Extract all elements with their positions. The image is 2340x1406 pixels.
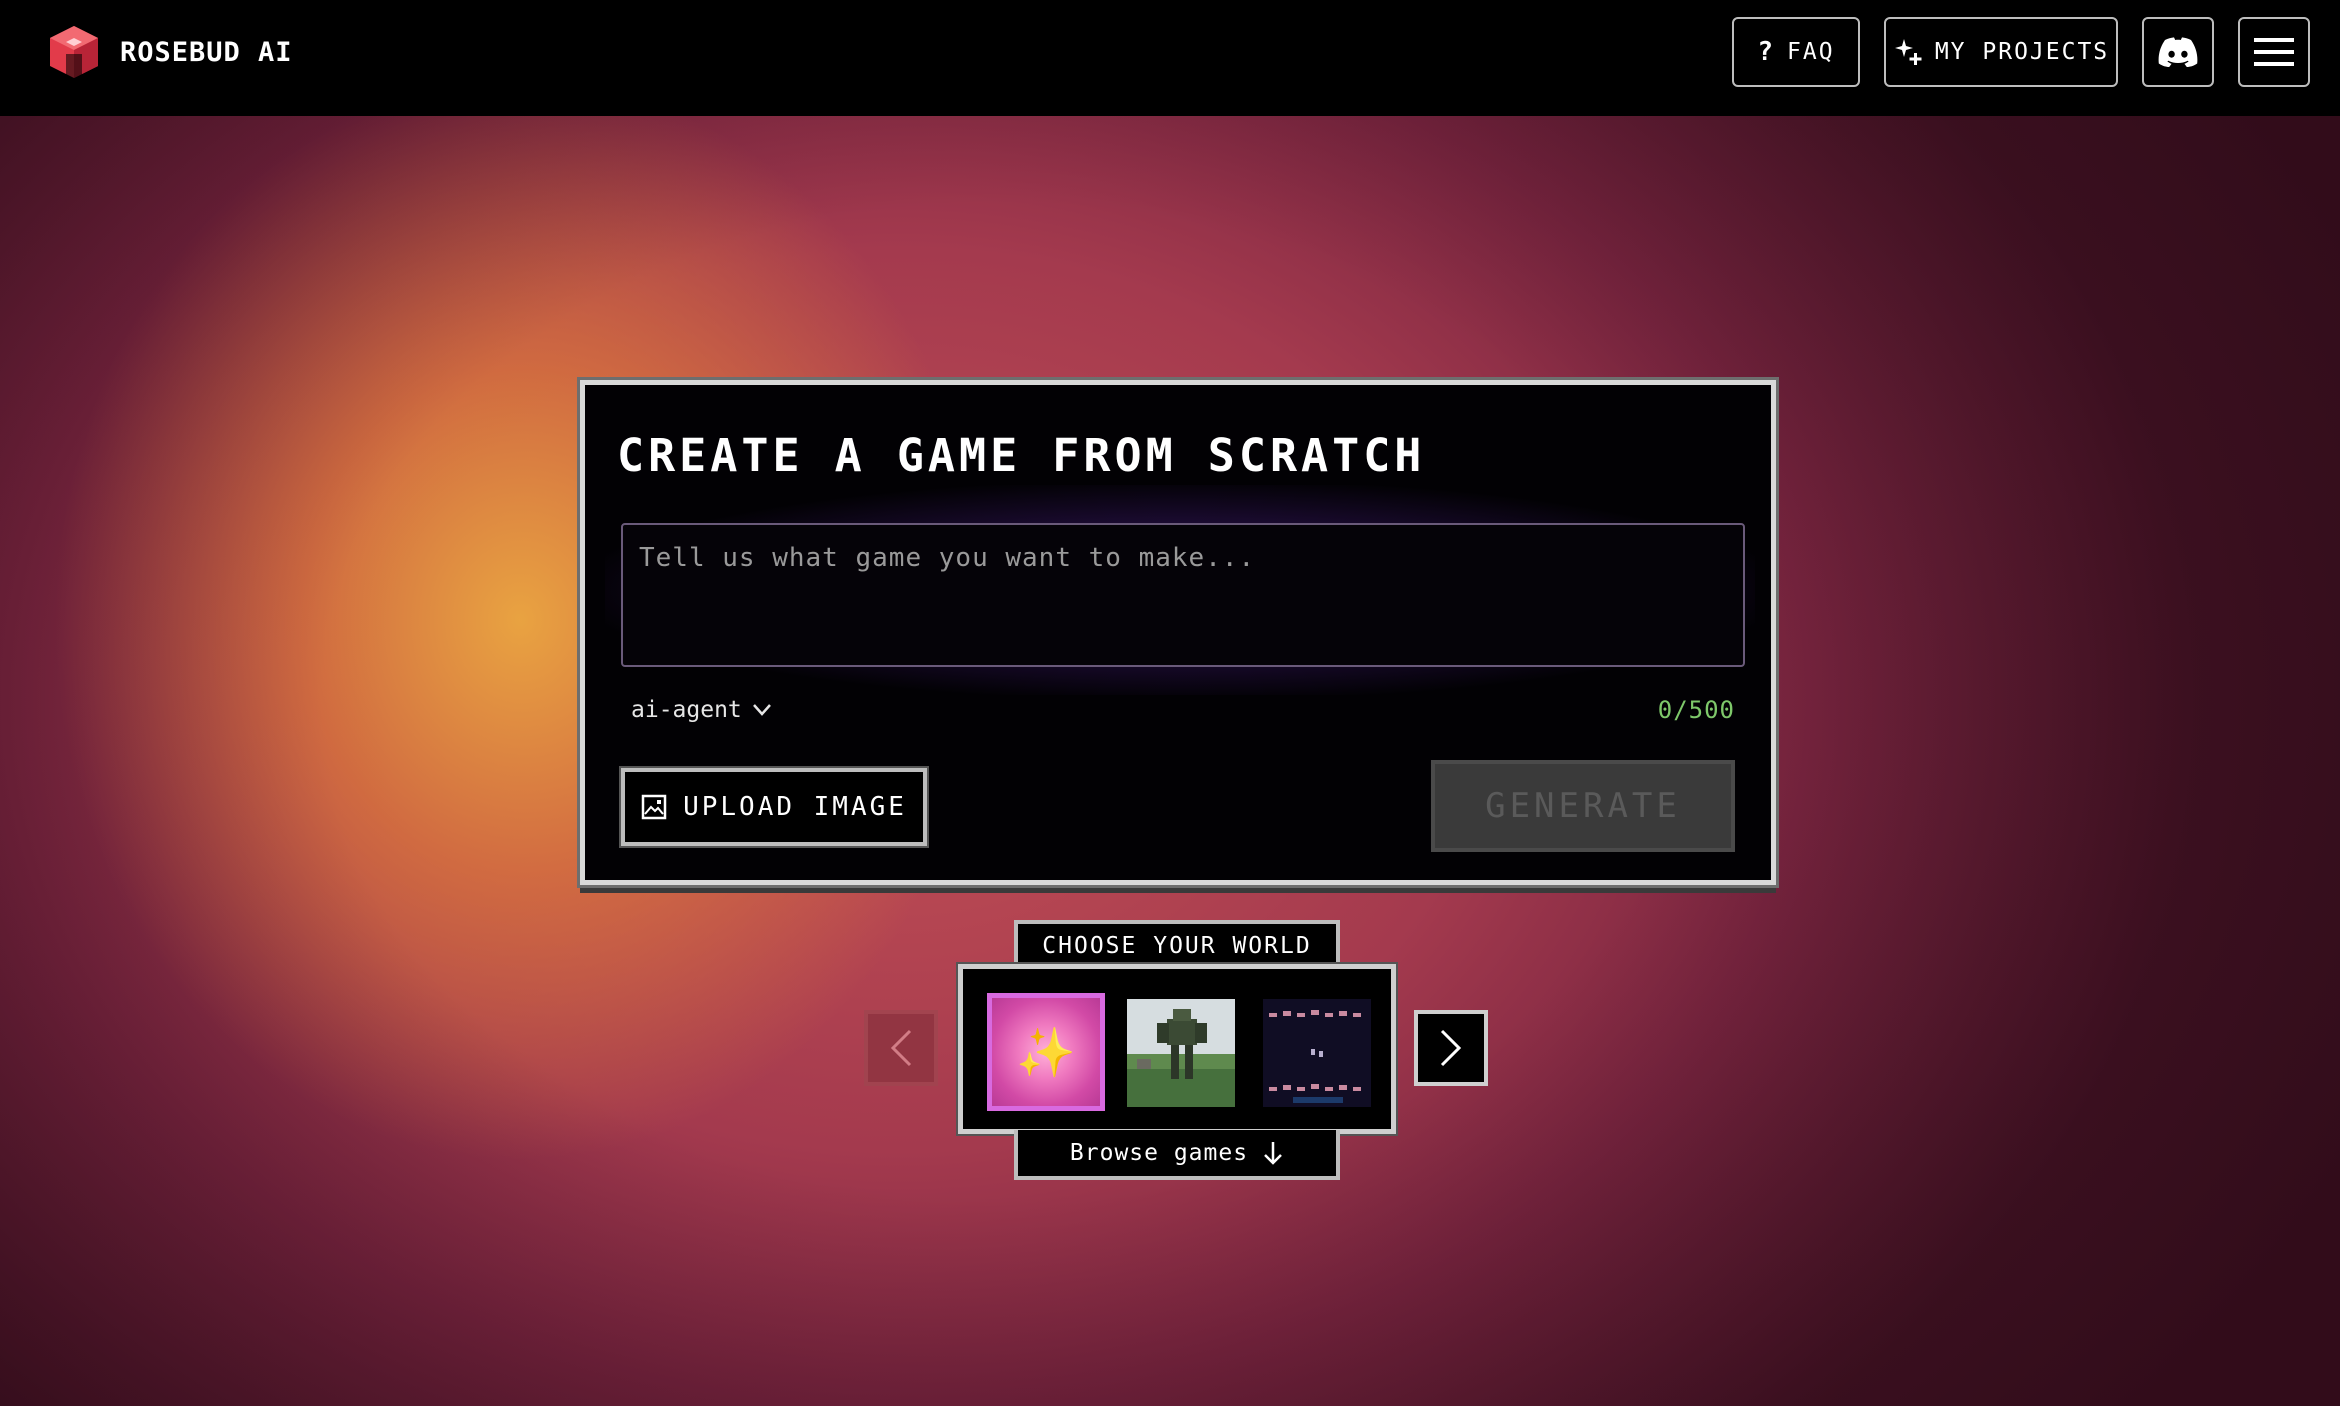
card-title: CREATE A GAME FROM SCRATCH xyxy=(617,429,1426,482)
agent-dropdown-value: ai-agent xyxy=(631,697,742,723)
carousel-next-button[interactable] xyxy=(1414,1010,1488,1086)
faq-label: FAQ xyxy=(1787,39,1835,65)
mech-robot-image xyxy=(1127,999,1235,1107)
create-game-card: CREATE A GAME FROM SCRATCH ai-agent 0/50… xyxy=(580,380,1776,885)
image-icon xyxy=(641,794,667,820)
space-invaders-image xyxy=(1263,999,1371,1107)
browse-games-button[interactable]: Browse games xyxy=(1014,1130,1340,1180)
sparkle-plus-icon xyxy=(1894,39,1922,65)
world-carousel: ✨ xyxy=(958,964,1396,1134)
discord-button[interactable] xyxy=(2142,17,2214,87)
carousel-prev-button[interactable] xyxy=(864,1010,938,1086)
faq-button[interactable]: ? FAQ xyxy=(1732,17,1860,87)
upload-image-button[interactable]: UPLOAD IMAGE xyxy=(621,768,927,846)
world-thumb-space[interactable] xyxy=(1263,999,1371,1107)
my-projects-label: MY PROJECTS xyxy=(1934,39,2110,65)
upload-image-label: UPLOAD IMAGE xyxy=(683,792,907,822)
character-counter: 0/500 xyxy=(1657,696,1735,724)
sparkles-icon: ✨ xyxy=(1016,1024,1076,1081)
world-thumb-mech[interactable] xyxy=(1127,999,1235,1107)
arrow-down-icon xyxy=(1264,1142,1282,1165)
hamburger-menu-icon xyxy=(2254,38,2294,66)
world-thumb-magic[interactable]: ✨ xyxy=(987,993,1105,1111)
choose-world-label: CHOOSE YOUR WORLD xyxy=(1014,920,1340,968)
chevron-down-icon xyxy=(752,704,771,716)
game-prompt-input[interactable] xyxy=(621,523,1745,667)
my-projects-button[interactable]: MY PROJECTS xyxy=(1884,17,2118,87)
chevron-right-icon xyxy=(1440,1029,1462,1067)
agent-dropdown[interactable]: ai-agent xyxy=(631,697,772,723)
chevron-left-icon xyxy=(890,1029,912,1067)
brand-name: ROSEBUD AI xyxy=(120,36,293,68)
generate-button[interactable]: GENERATE xyxy=(1431,760,1735,852)
question-mark-icon: ? xyxy=(1757,37,1776,67)
rosebud-logo-icon xyxy=(50,26,98,78)
menu-button[interactable] xyxy=(2238,17,2310,87)
browse-games-label: Browse games xyxy=(1069,1140,1249,1166)
top-navigation-bar: ROSEBUD AI ? FAQ MY PROJECTS xyxy=(0,0,2340,116)
brand[interactable]: ROSEBUD AI xyxy=(46,24,293,80)
discord-icon xyxy=(2158,37,2198,67)
